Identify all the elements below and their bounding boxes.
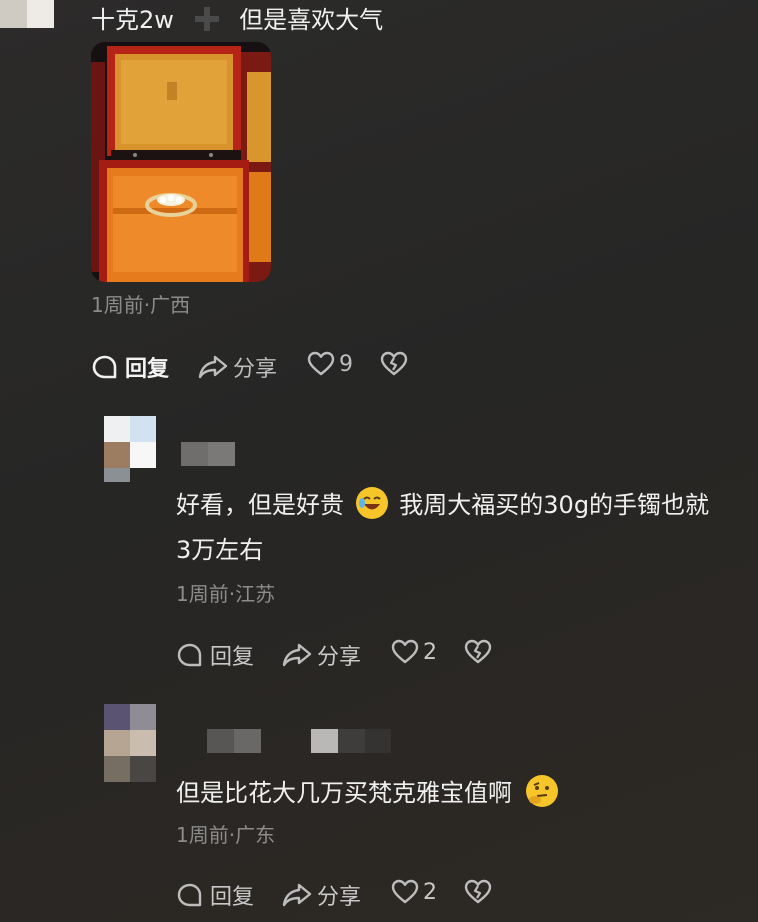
reply-username[interactable]: [207, 729, 391, 753]
dislike-button[interactable]: [464, 639, 492, 665]
reply-icon: [176, 641, 204, 669]
comment-text-part1: 十克2w: [91, 6, 174, 34]
comment-text: 十克2w 但是喜欢大气: [91, 6, 383, 34]
heart-icon: [391, 879, 419, 905]
ring-photo[interactable]: [91, 42, 271, 282]
reply-button[interactable]: 回复: [176, 639, 254, 671]
reply-meta: 1周前·江苏: [176, 582, 276, 606]
laughing-emoji: [355, 487, 388, 519]
share-label: 分享: [317, 645, 362, 670]
thinking-emoji: [525, 775, 558, 807]
reply-meta: 1周前·广东: [176, 823, 276, 847]
reply-text-part1: 好看，但是好贵: [176, 491, 344, 519]
heart-icon: [391, 639, 419, 665]
reply-button[interactable]: 回复: [176, 879, 254, 911]
dislike-button[interactable]: [464, 879, 492, 905]
reply-username[interactable]: [181, 442, 235, 466]
reply-text-part2: 我周大福买的30g的手镯也就: [399, 491, 710, 519]
share-button[interactable]: 分享: [281, 879, 361, 911]
like-count: 2: [423, 879, 437, 905]
reply-label: 回复: [210, 645, 255, 670]
reply-icon: [176, 881, 204, 909]
reply-text-content: 但是比花大几万买梵克雅宝值啊: [176, 779, 512, 807]
reply-icon: [91, 353, 119, 381]
share-icon: [197, 353, 229, 381]
share-icon: [281, 641, 313, 669]
like-button[interactable]: 2: [391, 879, 437, 905]
reply-avatar[interactable]: [104, 704, 156, 782]
dislike-button[interactable]: [380, 351, 408, 377]
share-button[interactable]: 分享: [197, 351, 277, 383]
like-button[interactable]: 9: [307, 351, 353, 377]
like-button[interactable]: 2: [391, 639, 437, 665]
reply-text: 好看，但是好贵 我周大福买的30g的手镯也就: [176, 487, 709, 519]
top-commenter-avatar[interactable]: [0, 0, 54, 28]
share-button[interactable]: 分享: [281, 639, 361, 671]
reply-label: 回复: [210, 885, 255, 910]
reply-text-line2: 3万左右: [176, 536, 264, 564]
like-count: 2: [423, 639, 437, 665]
like-count: 9: [339, 351, 353, 377]
comment-text-part2: 但是喜欢大气: [239, 6, 384, 34]
reply-button[interactable]: 回复: [91, 351, 169, 383]
reply-text: 但是比花大几万买梵克雅宝值啊: [176, 775, 558, 807]
share-label: 分享: [233, 357, 278, 382]
share-icon: [281, 881, 313, 909]
broken-heart-icon: [464, 639, 492, 665]
heart-icon: [307, 351, 335, 377]
plus-icon: [192, 7, 222, 31]
reply-avatar[interactable]: [104, 416, 156, 482]
broken-heart-icon: [380, 351, 408, 377]
comment-meta: 1周前·广西: [91, 293, 191, 317]
broken-heart-icon: [464, 879, 492, 905]
share-label: 分享: [317, 885, 362, 910]
reply-label: 回复: [125, 357, 170, 382]
